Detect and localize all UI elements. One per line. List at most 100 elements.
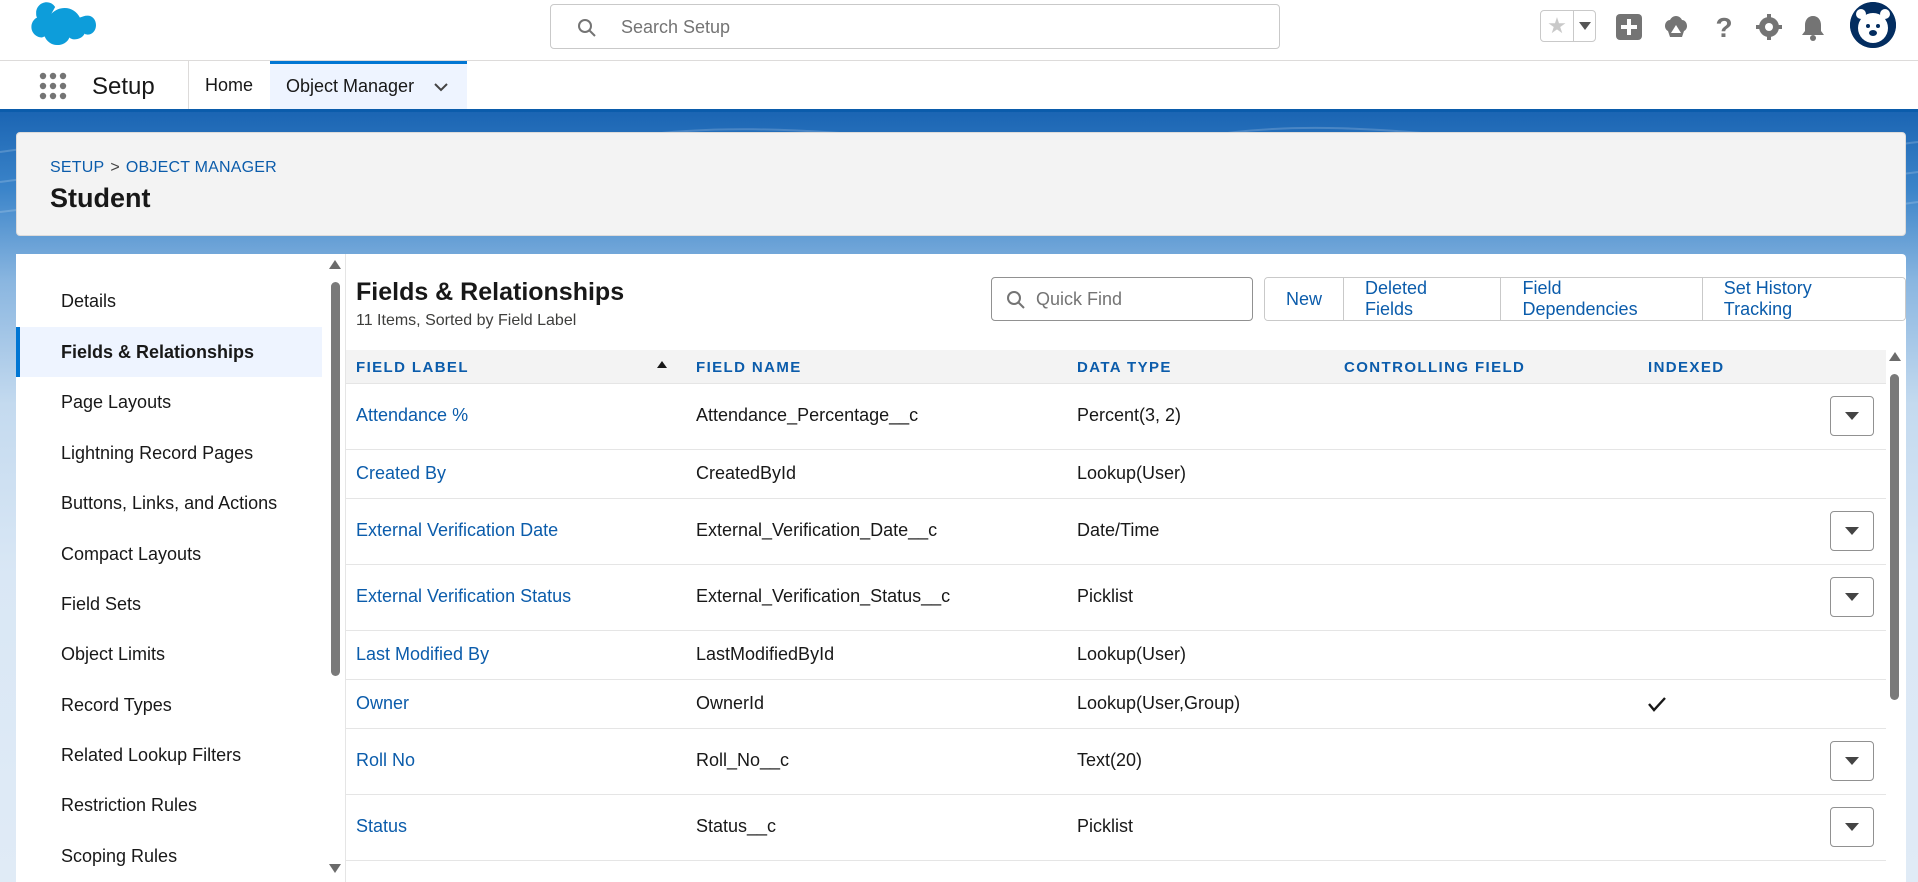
quick-find-input[interactable]: Quick Find [991,277,1253,321]
sidebar-item-compact-layouts[interactable]: Compact Layouts [16,529,322,579]
field-data-type: Percent(3, 2) [1077,405,1182,425]
field-api-name: LastModifiedById [696,644,835,664]
chevron-down-icon[interactable] [433,79,449,95]
favorites-dropdown-button[interactable] [1573,11,1595,41]
row-actions-dropdown-button[interactable] [1830,741,1874,781]
table-row: Status Status__c Picklist [346,795,1886,861]
row-actions-dropdown-button[interactable] [1830,511,1874,551]
sort-ascending-icon[interactable] [657,361,667,368]
scroll-down-icon[interactable] [329,864,341,873]
new-button[interactable]: New [1265,278,1344,320]
field-api-name: OwnerId [696,693,765,713]
tab-object-manager[interactable]: Object Manager [270,61,467,109]
help-icon[interactable]: ? [1709,12,1739,42]
column-header-indexed[interactable]: INDEXED [1648,359,1724,376]
field-data-type: Lookup(User) [1077,463,1187,483]
favorites-group[interactable]: ★ [1540,10,1596,42]
bell-icon[interactable] [1798,12,1828,42]
chevron-down-icon [1845,527,1859,535]
field-dependencies-button[interactable]: Field Dependencies [1500,278,1702,320]
salesforce-logo-icon[interactable] [20,0,100,54]
table-row: Owner OwnerId Lookup(User,Group) [346,680,1886,729]
sidebar-item-record-types[interactable]: Record Types [16,680,322,730]
chevron-down-icon [1578,22,1591,30]
add-icon[interactable] [1614,12,1644,42]
sidebar-item-related-lookup-filters[interactable]: Related Lookup Filters [16,730,322,780]
chevron-down-icon [1845,412,1859,420]
checkmark-icon [1648,697,1666,712]
sidebar-item-restriction-rules[interactable]: Restriction Rules [16,780,322,830]
quick-find-placeholder: Quick Find [1036,289,1123,309]
column-header-data-type[interactable]: DATA TYPE [1077,359,1172,376]
table-scrollbar[interactable] [1886,350,1904,882]
search-icon [578,19,596,37]
content-panel: Details Fields & Relationships Page Layo… [16,254,1906,882]
sidebar-scroll-thumb[interactable] [331,282,340,676]
field-label-link[interactable]: Created By [356,463,446,484]
gear-icon[interactable] [1754,12,1784,42]
table-row: Attendance % Attendance_Percentage__c Pe… [346,384,1886,450]
sidebar-scrollbar[interactable] [328,260,342,874]
sidebar-item-scoping-rules[interactable]: Scoping Rules [16,831,322,881]
field-api-name: Roll_No__c [696,750,790,770]
breadcrumb-setup[interactable]: SETUP [50,159,104,176]
field-data-type: Lookup(User) [1077,644,1187,664]
field-label-link[interactable]: External Verification Date [356,520,558,541]
table-scroll-thumb[interactable] [1890,374,1899,700]
search-setup-input[interactable]: Search Setup [550,4,1280,49]
column-header-field-name[interactable]: FIELD NAME [696,359,802,376]
field-api-name: External_Verification_Date__c [696,520,938,540]
sidebar-item-object-limits[interactable]: Object Limits [16,629,322,679]
chevron-down-icon [1845,593,1859,601]
breadcrumb-object-manager[interactable]: OBJECT MANAGER [126,159,277,176]
avatar[interactable] [1850,2,1896,48]
star-icon[interactable]: ★ [1541,11,1573,41]
sidebar-item-page-layouts[interactable]: Page Layouts [16,377,322,427]
object-page-header: SETUP > OBJECT MANAGER Student [16,132,1906,236]
field-data-type: Picklist [1077,586,1134,606]
field-label-link[interactable]: Roll No [356,750,415,771]
section-title: Fields & Relationships [356,278,625,306]
deleted-fields-button[interactable]: Deleted Fields [1343,278,1501,320]
field-data-type: Text(20) [1077,750,1143,770]
field-label-link[interactable]: External Verification Status [356,586,571,607]
action-button-group: New Deleted Fields Field Dependencies Se… [1264,277,1906,321]
field-api-name: Attendance_Percentage__c [696,405,919,425]
trailhead-icon[interactable] [1661,12,1691,42]
scroll-up-icon[interactable] [1889,352,1901,361]
field-label-link[interactable]: Last Modified By [356,644,489,665]
row-actions-dropdown-button[interactable] [1830,396,1874,436]
table-row: External Verification Status External_Ve… [346,565,1886,631]
set-history-tracking-button[interactable]: Set History Tracking [1701,278,1905,320]
context-bar: Setup Home Object Manager [0,61,1918,112]
table-row: External Verification Date External_Veri… [346,499,1886,565]
object-sidebar: Details Fields & Relationships Page Layo… [16,254,345,882]
field-api-name: Status__c [696,816,777,836]
sidebar-item-buttons-links-actions[interactable]: Buttons, Links, and Actions [16,478,322,528]
field-data-type: Picklist [1077,816,1134,836]
tab-home[interactable]: Home [189,61,269,109]
search-placeholder: Search Setup [621,17,731,37]
sidebar-item-details[interactable]: Details [16,276,322,326]
sidebar-item-fields-relationships[interactable]: Fields & Relationships [16,327,322,377]
scroll-up-icon[interactable] [329,260,341,269]
breadcrumb: SETUP > OBJECT MANAGER [50,159,277,177]
column-header-controlling-field[interactable]: CONTROLLING FIELD [1344,359,1525,376]
table-row: Last Modified By LastModifiedById Lookup… [346,631,1886,680]
field-label-link[interactable]: Status [356,816,407,837]
fields-relationships-panel: Fields & Relationships 11 Items, Sorted … [345,254,1906,882]
field-label-link[interactable]: Attendance % [356,405,468,426]
column-header-field-label[interactable]: FIELD LABEL [356,359,469,376]
row-actions-dropdown-button[interactable] [1830,807,1874,847]
row-actions-dropdown-button[interactable] [1830,577,1874,617]
app-launcher-icon[interactable] [38,71,68,101]
field-api-name: External_Verification_Status__c [696,586,951,606]
sidebar-item-lightning-record-pages[interactable]: Lightning Record Pages [16,428,322,478]
section-subtitle: 11 Items, Sorted by Field Label [356,312,577,329]
table-header: FIELD LABEL FIELD NAME DATA TYPE CONTROL… [346,350,1886,384]
page-title: Student [50,183,151,213]
field-label-link[interactable]: Owner [356,693,409,714]
table-row: Roll No Roll_No__c Text(20) [346,729,1886,795]
sidebar-item-field-sets[interactable]: Field Sets [16,579,322,629]
chevron-down-icon [1845,823,1859,831]
